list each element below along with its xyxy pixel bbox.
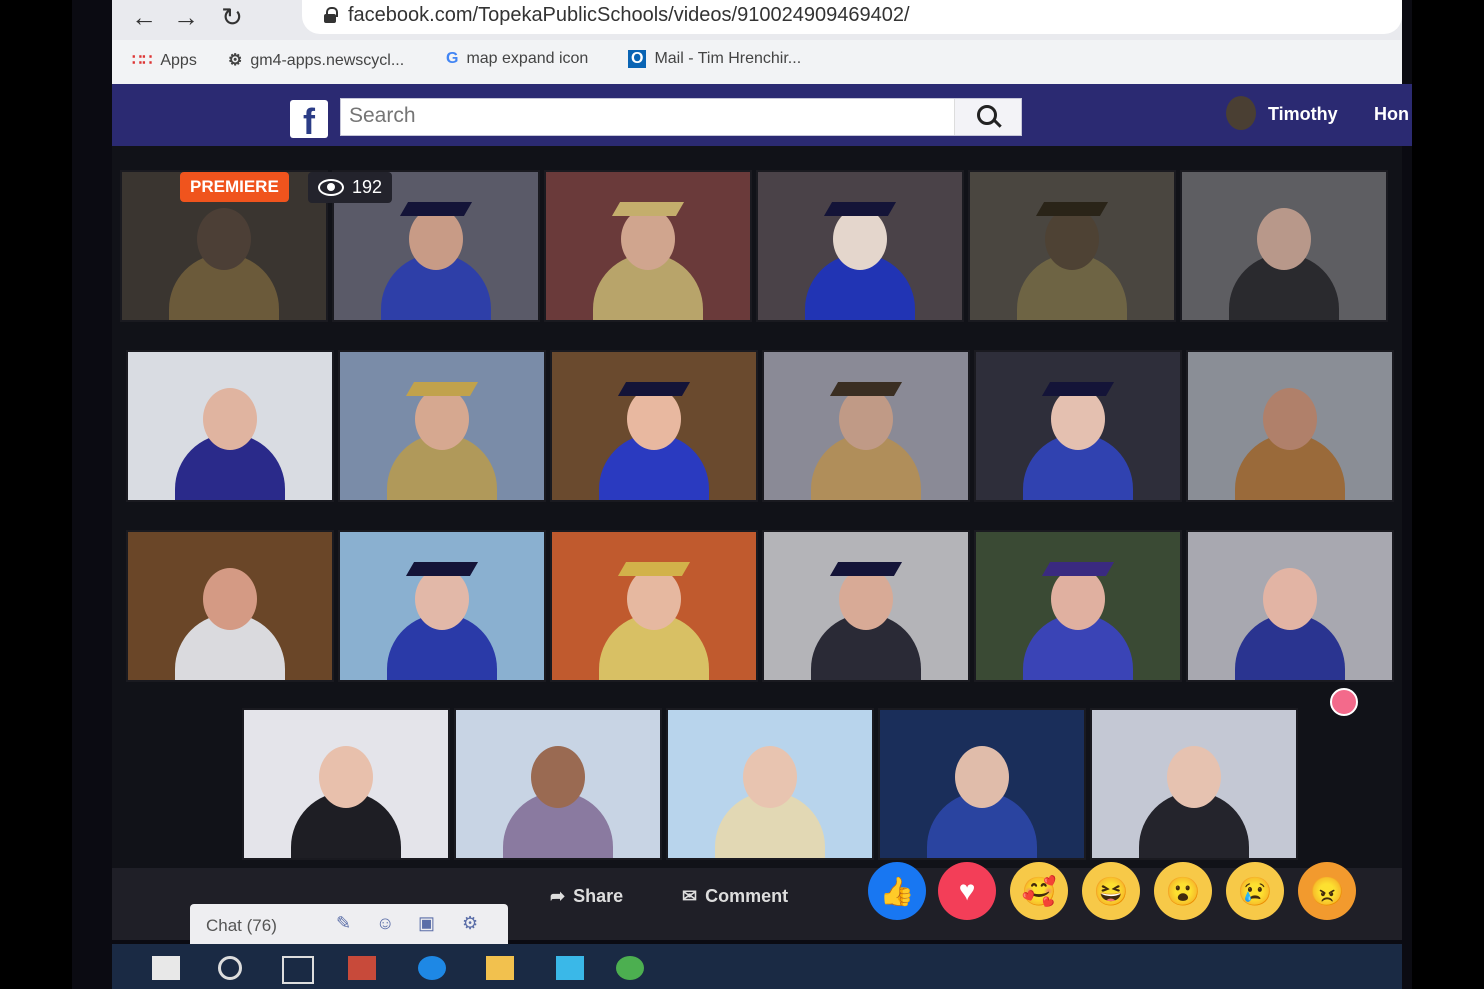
comment-icon: ✉ [682, 886, 698, 906]
search-box [340, 98, 1022, 136]
video-tile [1180, 170, 1388, 322]
search-icon [977, 105, 997, 125]
video-call-icon[interactable]: ▣ [418, 913, 435, 934]
profile-link[interactable]: Timothy [1268, 104, 1338, 125]
share-button[interactable]: ➦ Share [550, 886, 623, 907]
angry-reaction-icon[interactable]: 😠 [1298, 862, 1356, 920]
browser-toolbar: ← → ↻ facebook.com/TopekaPublicSchools/v… [112, 0, 1402, 40]
video-tile [974, 530, 1182, 682]
monitor-screen: ← → ↻ facebook.com/TopekaPublicSchools/v… [72, 0, 1412, 989]
search-icon[interactable] [218, 956, 242, 980]
facebook-logo[interactable]: f [290, 100, 328, 142]
eye-icon [318, 179, 344, 196]
video-tile [338, 530, 546, 682]
video-tile [1090, 708, 1298, 860]
wow-reaction-icon[interactable]: 😮 [1154, 862, 1212, 920]
video-tile [968, 170, 1176, 322]
video-tile [756, 170, 964, 322]
premiere-badge: PREMIERE [180, 172, 289, 202]
video-tile [126, 350, 334, 502]
chrome-icon[interactable] [616, 956, 644, 980]
lock-icon [324, 7, 338, 23]
reload-icon[interactable]: ↻ [214, 2, 250, 32]
bookmarks-bar: ∷∷ Apps ⚙ gm4-apps.newscycl... Gmap expand… [112, 40, 1402, 84]
love-reaction-icon[interactable]: ♥ [938, 862, 996, 920]
arrow-right-icon[interactable]: → [168, 2, 204, 32]
facebook-header: f Timothy Hon [112, 84, 1412, 146]
video-tile [878, 708, 1086, 860]
gear-icon: ⚙ [228, 52, 243, 69]
gear-icon[interactable]: ⚙ [462, 913, 478, 934]
edge-icon[interactable] [418, 956, 446, 980]
compose-icon[interactable]: ✎ [336, 913, 351, 934]
video-tile [454, 708, 662, 860]
avatar[interactable] [1226, 96, 1256, 130]
video-tile [550, 530, 758, 682]
video-tile [1186, 530, 1394, 682]
search-input[interactable] [341, 99, 957, 133]
bookmark-gm4[interactable]: ⚙ gm4-apps.newscycl... [228, 50, 404, 70]
windows-start-icon[interactable] [152, 956, 180, 980]
video-tile [1186, 350, 1394, 502]
sad-reaction-icon[interactable]: 😢 [1226, 862, 1284, 920]
viewer-count-badge: 192 [308, 172, 393, 203]
video-tile [242, 708, 450, 860]
video-tile [762, 530, 970, 682]
care-reaction-icon[interactable]: 🥰 [1010, 862, 1068, 920]
haha-reaction-icon[interactable]: 😆 [1082, 862, 1140, 920]
bookmark-mail[interactable]: O Mail - Tim Hrenchir... [628, 50, 801, 68]
video-player[interactable]: PREMIERE 192 [112, 146, 1402, 892]
google-icon: G [446, 50, 459, 67]
share-icon: ➦ [550, 886, 566, 906]
address-bar[interactable]: facebook.com/TopekaPublicSchools/videos/… [302, 0, 1402, 34]
windows-taskbar [112, 944, 1402, 989]
arrow-left-icon[interactable]: ← [126, 2, 162, 32]
video-tile [666, 708, 874, 860]
grid-icon: ∷∷ [132, 52, 153, 69]
video-tile [550, 350, 758, 502]
url-text[interactable]: facebook.com/TopekaPublicSchools/videos/… [348, 4, 910, 27]
video-tile [126, 530, 334, 682]
bookmark-apps[interactable]: ∷∷ Apps [132, 50, 197, 70]
outlook-icon: O [628, 50, 647, 68]
like-reaction-icon[interactable]: 👍 [868, 862, 926, 920]
video-tile [544, 170, 752, 322]
video-tile [338, 350, 546, 502]
store-icon[interactable] [348, 956, 376, 980]
folder-icon[interactable] [486, 956, 514, 980]
contacts-icon[interactable]: ☺ [376, 913, 394, 934]
chat-label: Chat (76) [206, 916, 277, 935]
viewer-count: 192 [352, 177, 383, 197]
home-link[interactable]: Hon [1374, 104, 1409, 125]
video-tile [974, 350, 1182, 502]
search-button[interactable] [954, 99, 1021, 135]
video-tile [762, 350, 970, 502]
floating-heart-icon [1330, 688, 1358, 716]
chat-panel-tab[interactable]: Chat (76) ✎ ☺ ▣ ⚙ [190, 904, 508, 944]
comment-button[interactable]: ✉ Comment [682, 886, 788, 907]
bookmark-map[interactable]: Gmap expand icon [446, 50, 588, 68]
task-view-icon[interactable] [282, 956, 314, 984]
mail-icon[interactable] [556, 956, 584, 980]
